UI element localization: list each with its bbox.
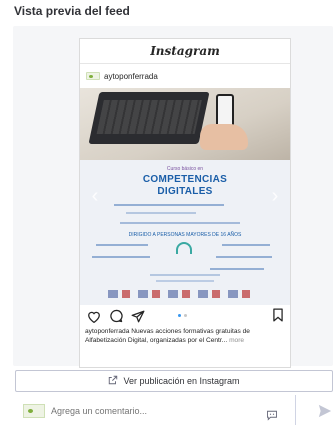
paper-plane-icon[interactable] xyxy=(318,404,332,423)
poster-subtitle: Curso básico en xyxy=(166,166,204,172)
poster-audience: DIRIGIDO A PERSONAS MAYORES DE 16 AÑOS xyxy=(128,232,242,238)
post-image[interactable]: Curso básico en COMPETENCIAS DIGITALES D… xyxy=(80,88,290,305)
poster-topic-4 xyxy=(216,256,272,258)
laptop-image xyxy=(88,92,210,144)
page-title: Vista previa del feed xyxy=(14,4,130,18)
sponsor-logos xyxy=(108,290,258,298)
divider xyxy=(295,395,296,425)
comment-icon[interactable] xyxy=(108,308,124,324)
account-avatar xyxy=(86,72,100,80)
poster-topic-1 xyxy=(96,244,148,246)
poster-date-line xyxy=(114,204,224,206)
view-on-instagram-label: Ver publicación en Instagram xyxy=(123,376,240,386)
external-link-icon xyxy=(108,375,118,387)
comment-bar xyxy=(15,395,333,427)
carousel-dots xyxy=(178,314,187,317)
carousel-dot-active[interactable] xyxy=(178,314,181,317)
chevron-right-icon[interactable]: › xyxy=(268,185,282,207)
poster-address-line xyxy=(120,222,240,224)
poster-date-detail xyxy=(126,212,196,214)
comment-input[interactable] xyxy=(51,401,271,421)
chevron-left-icon[interactable]: ‹ xyxy=(88,185,102,207)
instagram-header: Instagram xyxy=(80,39,290,64)
post-account[interactable]: aytoponferrada xyxy=(80,64,290,88)
bookmark-icon[interactable] xyxy=(272,308,284,327)
poster-topic-5 xyxy=(210,268,264,270)
account-name[interactable]: aytoponferrada xyxy=(104,72,158,81)
poster-title-line1: COMPETENCIAS xyxy=(142,174,228,185)
poster-topic-2 xyxy=(222,244,270,246)
poster-info-line-2 xyxy=(156,280,214,282)
wifi-icon xyxy=(176,242,192,254)
caption-user[interactable]: aytoponferrada xyxy=(85,328,129,335)
poster-topic-3 xyxy=(92,256,150,258)
caption-more-link[interactable]: more xyxy=(229,337,244,344)
emoji-icon[interactable] xyxy=(266,408,278,426)
poster-info-line xyxy=(150,274,220,276)
post-caption: aytoponferrada Nuevas acciones formativa… xyxy=(80,327,290,345)
instagram-logo: Instagram xyxy=(150,44,220,58)
view-on-instagram-button[interactable]: Ver publicación en Instagram xyxy=(15,370,333,392)
course-poster: Curso básico en COMPETENCIAS DIGITALES D… xyxy=(80,88,290,305)
user-avatar xyxy=(23,404,45,418)
poster-title-line2: DIGITALES xyxy=(157,186,213,197)
carousel-dot[interactable] xyxy=(184,314,187,317)
hand-image xyxy=(200,124,248,150)
poster-flyer: Curso básico en COMPETENCIAS DIGITALES D… xyxy=(80,160,290,305)
heart-icon[interactable] xyxy=(86,308,102,324)
post-actions xyxy=(80,305,290,327)
poster-photo xyxy=(80,88,290,160)
send-icon[interactable] xyxy=(130,308,146,324)
instagram-post-card: Instagram aytoponferrada Curso básico en… xyxy=(79,38,291,368)
